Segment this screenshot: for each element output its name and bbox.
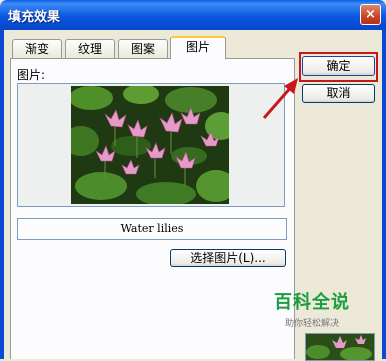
watermark: 百科全说 助你轻松解决: [262, 288, 362, 329]
tab-texture[interactable]: 纹理: [65, 39, 115, 58]
red-arrow-icon: [262, 78, 298, 119]
tab-pattern[interactable]: 图案: [118, 39, 168, 58]
picture-name-field: Water lilies: [17, 218, 287, 240]
picture-preview-frame: [17, 83, 285, 207]
select-picture-button[interactable]: 选择图片(L)...: [170, 249, 286, 267]
picture-thumbnail: [305, 333, 375, 361]
cancel-button[interactable]: 取消: [302, 84, 375, 103]
tab-picture[interactable]: 图片: [170, 36, 226, 59]
window-title: 填充效果: [8, 10, 61, 25]
watermark-sub-text: 助你轻松解决: [284, 319, 339, 329]
window-border-right: [382, 30, 386, 359]
close-icon[interactable]: ×: [360, 4, 381, 25]
title-bar: 填充效果 ×: [0, 0, 386, 30]
tab-gradient[interactable]: 渐变: [12, 39, 62, 58]
picture-preview: [71, 86, 229, 204]
watermark-main-text: 百科全说: [274, 292, 350, 313]
ok-button[interactable]: 确定: [302, 56, 375, 76]
window-border-left: [0, 30, 4, 359]
picture-label: 图片:: [17, 68, 46, 82]
